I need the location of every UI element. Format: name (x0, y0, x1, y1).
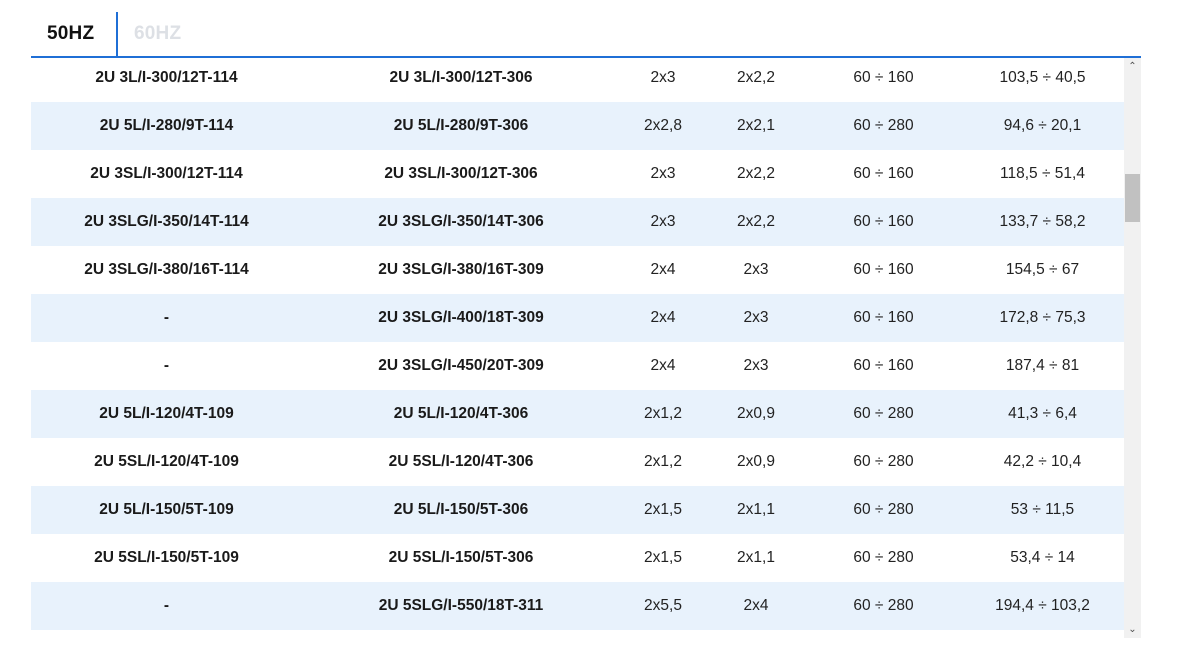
power-b-cell: 2x2,2 (737, 165, 775, 182)
frequency-table-widget: 50HZ 60HZ 2U 3L/I-300/12T-114 2U 3L/I-300… (31, 0, 1141, 647)
power-a-cell: 2x5,5 (644, 597, 682, 614)
flow-range-cell: 60 ÷ 160 (853, 309, 914, 326)
table-scroll-area[interactable]: 2U 3L/I-300/12T-114 2U 3L/I-300/12T-306 2x… (31, 54, 1124, 630)
flow-range-cell: 60 ÷ 280 (853, 549, 914, 566)
model-code-2-cell: 2U 5L/I-150/5T-306 (393, 501, 529, 518)
power-b-cell: 2x3 (743, 357, 769, 374)
flow-range-cell: 60 ÷ 160 (853, 213, 914, 230)
model-code-2-cell: 2U 3SLG/I-350/14T-306 (378, 213, 544, 230)
power-a-cell: 2x1,2 (644, 453, 682, 470)
table-row: 2U 5L/I-120/4T-109 2U 5L/I-120/4T-306 2x1,… (31, 390, 1124, 438)
table-row: 2U 3SL/I-300/12T-114 2U 3SL/I-300/12T-306… (31, 150, 1124, 198)
power-a-cell: 2x3 (650, 213, 676, 230)
pump-table: 2U 3L/I-300/12T-114 2U 3L/I-300/12T-306 2x… (31, 54, 1124, 630)
power-b-cell: 2x0,9 (737, 453, 775, 470)
table-row: 2U 3L/I-300/12T-114 2U 3L/I-300/12T-306 2x… (31, 54, 1124, 102)
tab-50hz[interactable]: 50HZ (47, 12, 94, 56)
table-row: 2U 3SLG/I-380/16T-114 2U 3SLG/I-380/16T-3… (31, 246, 1124, 294)
power-b-cell: 2x1,1 (737, 501, 775, 518)
flow-range-cell: 60 ÷ 160 (853, 165, 914, 182)
power-b-cell: 2x2,1 (737, 117, 775, 134)
flow-range-cell: 60 ÷ 160 (853, 261, 914, 278)
model-code-2-cell: 2U 3SL/I-300/12T-306 (384, 165, 538, 182)
model-code-2-cell: 2U 5L/I-120/4T-306 (393, 405, 529, 422)
table-row: 2U 5SL/I-150/5T-109 2U 5SL/I-150/5T-306 2x… (31, 534, 1124, 582)
power-b-cell: 2x3 (743, 261, 769, 278)
model-code-2-cell: 2U 5SLG/I-550/18T-311 (378, 597, 544, 614)
model-code-2-cell: 2U 5SL/I-150/5T-306 (388, 549, 534, 566)
model-code-1-cell: 2U 5L/I-150/5T-109 (99, 501, 234, 518)
model-code-1-cell: 2U 3SLG/I-380/16T-114 (84, 261, 249, 278)
head-range-cell: 53 ÷ 11,5 (1010, 501, 1075, 518)
head-range-cell: 154,5 ÷ 67 (1005, 261, 1080, 278)
head-range-cell: 194,4 ÷ 103,2 (995, 597, 1090, 614)
flow-range-cell: 60 ÷ 280 (853, 501, 914, 518)
head-range-cell: 53,4 ÷ 14 (1010, 549, 1075, 566)
power-a-cell: 2x2,8 (644, 117, 682, 134)
power-a-cell: 2x4 (650, 261, 676, 278)
model-code-2-cell: 2U 3L/I-300/12T-306 (389, 69, 533, 86)
table-row: 2U 3SLG/I-350/14T-114 2U 3SLG/I-350/14T-3… (31, 198, 1124, 246)
model-code-1-cell: 2U 5SL/I-150/5T-109 (94, 549, 239, 566)
model-code-2-cell: 2U 3SLG/I-400/18T-309 (378, 309, 544, 326)
power-a-cell: 2x1,5 (644, 549, 682, 566)
power-a-cell: 2x4 (650, 309, 676, 326)
model-code-1-cell: - (163, 597, 170, 614)
tab-divider (116, 12, 118, 56)
flow-range-cell: 60 ÷ 160 (853, 357, 914, 374)
scrollbar-thumb[interactable] (1125, 174, 1140, 222)
power-b-cell: 2x0,9 (737, 405, 775, 422)
table-row: - 2U 3SLG/I-400/18T-309 2x4 2x3 60 ÷ 160 172,… (31, 294, 1124, 342)
flow-range-cell: 60 ÷ 280 (853, 453, 914, 470)
flow-range-cell: 60 ÷ 280 (853, 117, 914, 134)
model-code-1-cell: 2U 5SL/I-120/4T-109 (94, 453, 239, 470)
table-row: - 2U 3SLG/I-450/20T-309 2x4 2x3 60 ÷ 160 187,… (31, 342, 1124, 390)
flow-range-cell: 60 ÷ 280 (853, 597, 914, 614)
table-row: 2U 5SL/I-120/4T-109 2U 5SL/I-120/4T-306 2x… (31, 438, 1124, 486)
table-row: 2U 5L/I-280/9T-114 2U 5L/I-280/9T-306 2x2,… (31, 102, 1124, 150)
vertical-scrollbar[interactable]: ⌃ ⌄ (1124, 58, 1141, 638)
model-code-1-cell: - (163, 309, 170, 326)
head-range-cell: 103,5 ÷ 40,5 (999, 69, 1086, 86)
model-code-1-cell: 2U 3SL/I-300/12T-114 (90, 165, 243, 182)
model-code-2-cell: 2U 3SLG/I-380/16T-309 (378, 261, 544, 278)
power-b-cell: 2x1,1 (737, 549, 775, 566)
head-range-cell: 42,2 ÷ 10,4 (1003, 453, 1082, 470)
table-row: 2U 5L/I-150/5T-109 2U 5L/I-150/5T-306 2x1,… (31, 486, 1124, 534)
flow-range-cell: 60 ÷ 160 (853, 69, 914, 86)
head-range-cell: 41,3 ÷ 6,4 (1008, 405, 1077, 422)
model-code-2-cell: 2U 5L/I-280/9T-306 (393, 117, 529, 134)
model-code-1-cell: - (163, 357, 170, 374)
chevron-down-icon[interactable]: ⌄ (1124, 621, 1141, 638)
frequency-tabs: 50HZ 60HZ (31, 12, 1141, 58)
model-code-1-cell: 2U 5L/I-120/4T-109 (99, 405, 234, 422)
table-row: - 2U 5SLG/I-550/18T-311 2x5,5 2x4 60 ÷ 280 19… (31, 582, 1124, 630)
head-range-cell: 118,5 ÷ 51,4 (1000, 165, 1085, 182)
head-range-cell: 94,6 ÷ 20,1 (1003, 117, 1082, 134)
power-a-cell: 2x1,5 (644, 501, 682, 518)
head-range-cell: 172,8 ÷ 75,3 (999, 309, 1086, 326)
power-b-cell: 2x2,2 (737, 69, 775, 86)
power-a-cell: 2x3 (650, 165, 676, 182)
model-code-1-cell: 2U 3L/I-300/12T-114 (95, 69, 238, 86)
power-b-cell: 2x3 (743, 309, 769, 326)
model-code-1-cell: 2U 3SLG/I-350/14T-114 (84, 213, 249, 230)
power-b-cell: 2x2,2 (737, 213, 775, 230)
model-code-2-cell: 2U 5SL/I-120/4T-306 (388, 453, 534, 470)
head-range-cell: 187,4 ÷ 81 (1005, 357, 1080, 374)
power-a-cell: 2x1,2 (644, 405, 682, 422)
power-b-cell: 2x4 (743, 597, 769, 614)
head-range-cell: 133,7 ÷ 58,2 (999, 213, 1086, 230)
flow-range-cell: 60 ÷ 280 (853, 405, 914, 422)
model-code-2-cell: 2U 3SLG/I-450/20T-309 (378, 357, 544, 374)
pump-table-body: 2U 3L/I-300/12T-114 2U 3L/I-300/12T-306 2x… (31, 54, 1124, 630)
chevron-up-icon[interactable]: ⌃ (1124, 58, 1141, 75)
power-a-cell: 2x3 (650, 69, 676, 86)
power-a-cell: 2x4 (650, 357, 676, 374)
tab-60hz[interactable]: 60HZ (134, 12, 181, 56)
model-code-1-cell: 2U 5L/I-280/9T-114 (99, 117, 234, 134)
